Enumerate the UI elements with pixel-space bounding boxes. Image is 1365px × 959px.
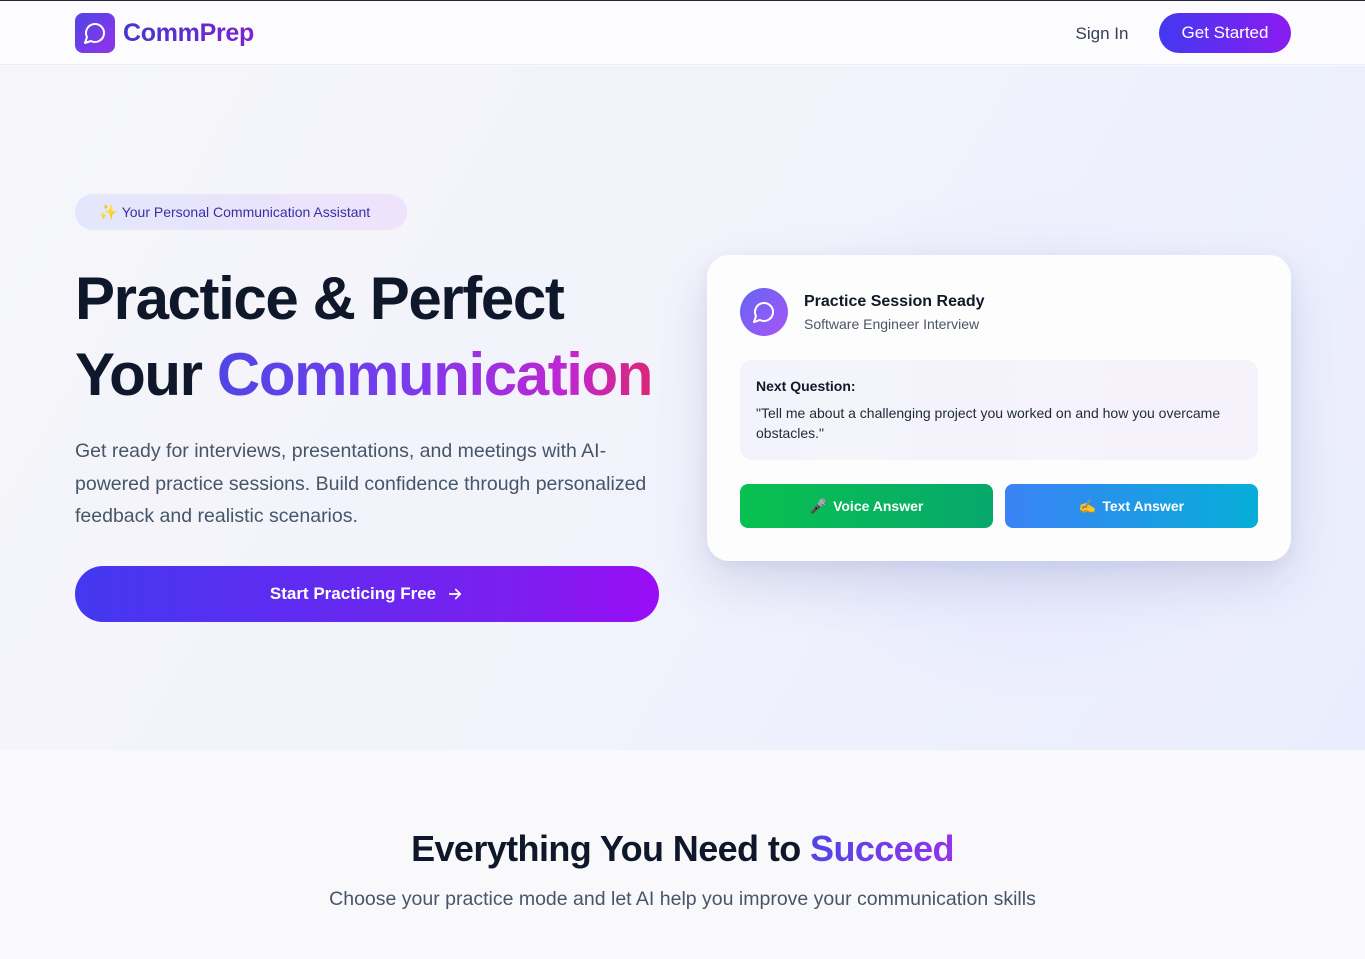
hero-section: ✨ Your Personal Communication Assistant … bbox=[0, 66, 1365, 750]
headline-prefix: Your bbox=[75, 341, 203, 408]
features-title-highlight: Succeed bbox=[810, 828, 954, 869]
question-text: "Tell me about a challenging project you… bbox=[756, 405, 1221, 441]
features-title: Everything You Need to Succeed bbox=[0, 828, 1365, 870]
features-section: Everything You Need to Succeed Choose yo… bbox=[0, 750, 1365, 959]
cta-label: Start Practicing Free bbox=[269, 584, 437, 603]
microphone-icon: 🎤 bbox=[809, 497, 828, 514]
practice-session-card: Practice Session Ready Software Engineer… bbox=[707, 255, 1291, 561]
brand-logo[interactable]: CommPrep bbox=[75, 13, 254, 53]
voice-answer-label: Voice Answer bbox=[833, 498, 924, 514]
arrow-right-icon bbox=[449, 588, 462, 600]
session-title: Practice Session Ready bbox=[804, 293, 985, 310]
start-practicing-button[interactable]: Start Practicing Free bbox=[75, 566, 659, 622]
sparkles-icon: ✨ bbox=[99, 204, 118, 221]
chat-bubble-icon bbox=[75, 13, 115, 53]
chat-bubble-icon bbox=[740, 288, 788, 336]
text-answer-label: Text Answer bbox=[1102, 498, 1185, 514]
features-title-prefix: Everything You Need to bbox=[411, 828, 801, 869]
hero-headline-line1: Practice & Perfect bbox=[75, 265, 565, 332]
get-started-button[interactable]: Get Started bbox=[1159, 13, 1291, 53]
text-answer-button[interactable]: ✍️ Text Answer bbox=[1005, 484, 1258, 528]
assistant-badge: ✨ Your Personal Communication Assistant bbox=[75, 194, 407, 230]
session-subtitle: Software Engineer Interview bbox=[804, 316, 980, 332]
question-label: Next Question: bbox=[756, 378, 856, 394]
features-subtitle: Choose your practice mode and let AI hel… bbox=[329, 888, 1036, 910]
hero-description: Get ready for interviews, presentations,… bbox=[75, 440, 647, 527]
writing-hand-icon: ✍️ bbox=[1078, 497, 1097, 514]
hero-headline-line2: Your Communication bbox=[75, 340, 695, 409]
sign-in-link[interactable]: Sign In bbox=[1066, 20, 1138, 48]
brand-name: CommPrep bbox=[123, 18, 254, 47]
voice-answer-button[interactable]: 🎤 Voice Answer bbox=[740, 484, 993, 528]
question-box: Next Question: "Tell me about a challeng… bbox=[740, 360, 1258, 460]
badge-text: Your Personal Communication Assistant bbox=[121, 204, 371, 220]
headline-highlight: Communication bbox=[216, 341, 654, 408]
top-nav: CommPrep Sign In Get Started bbox=[0, 1, 1365, 65]
